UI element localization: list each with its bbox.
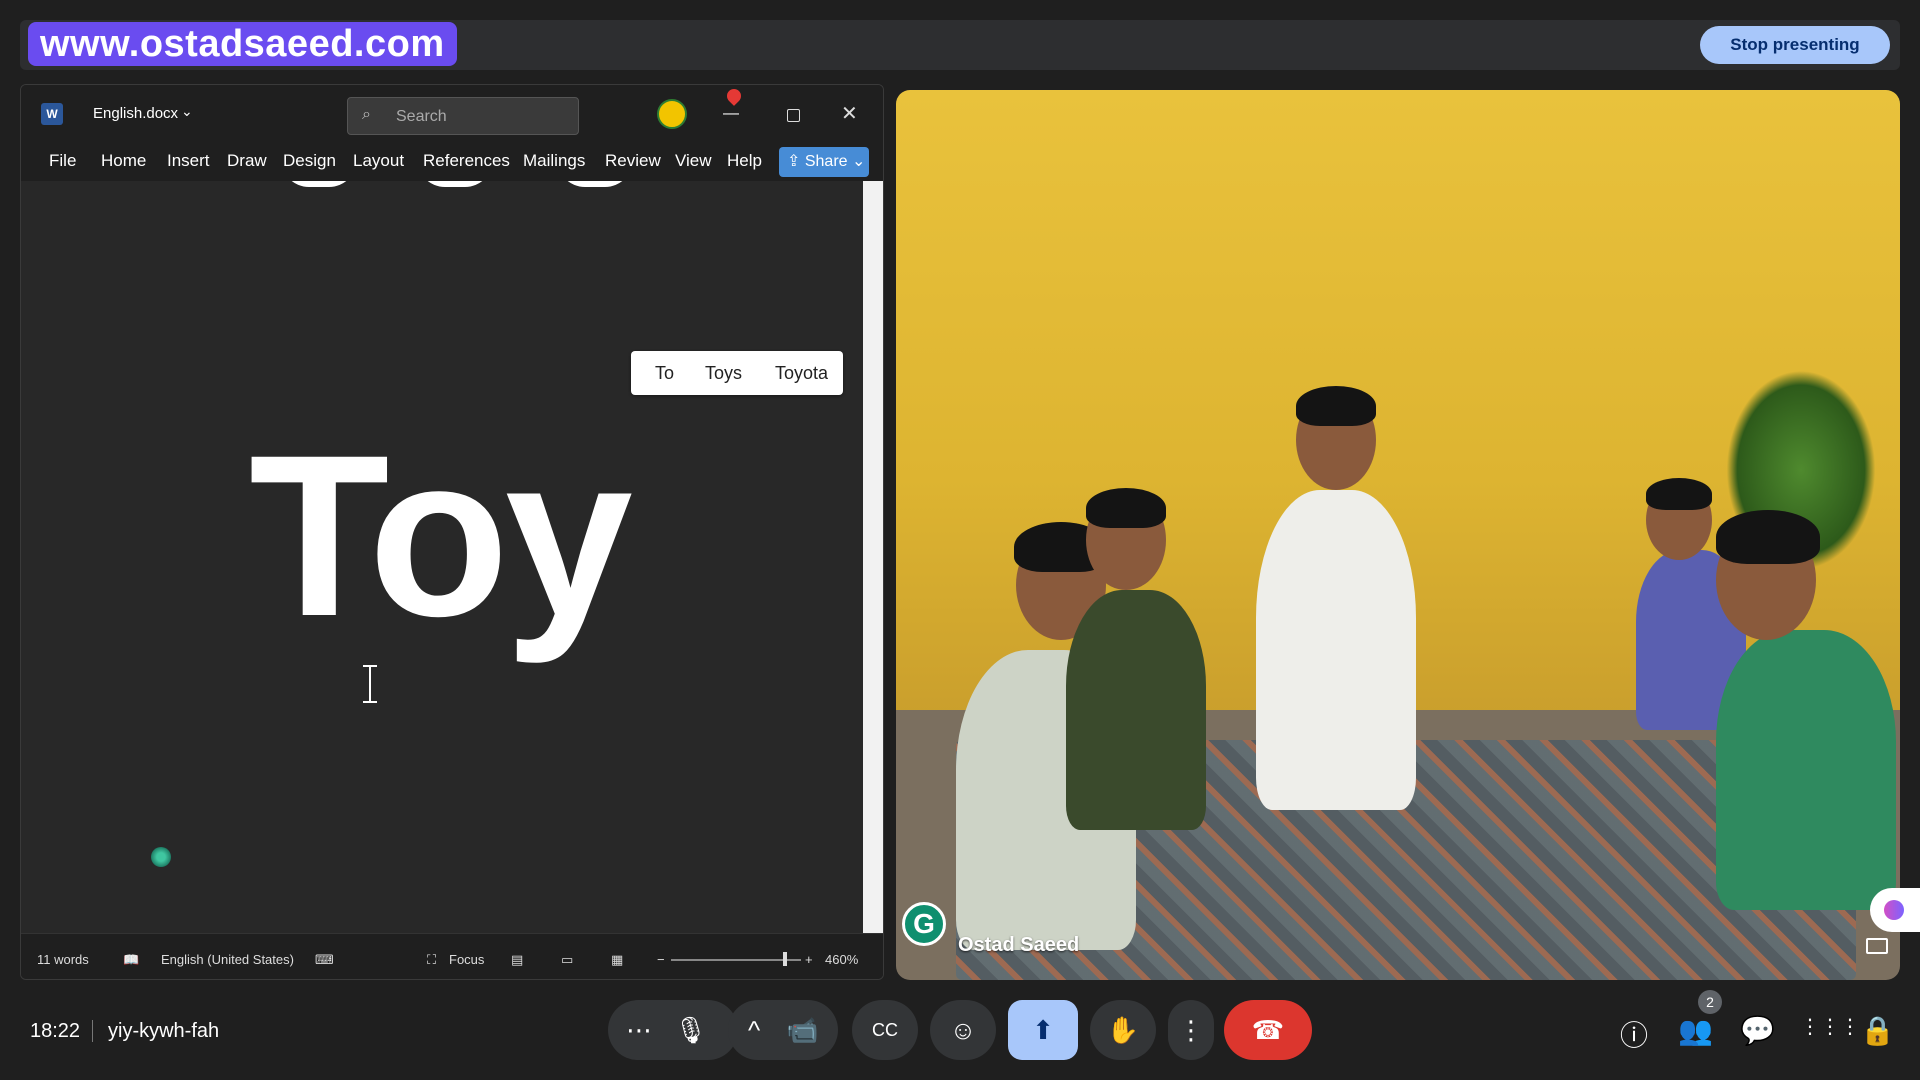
tab-mailings[interactable]: Mailings [523, 151, 585, 171]
document-canvas[interactable]: To Toys Toyota Toy [21, 181, 863, 933]
people-icon[interactable]: 👥 [1678, 1014, 1713, 1047]
zoom-slider-thumb[interactable] [783, 952, 787, 966]
glyph-fragment [281, 181, 357, 187]
word-count[interactable]: 11 words [37, 952, 89, 967]
avatar[interactable] [657, 99, 687, 129]
info-icon[interactable]: ⓘ [1620, 1014, 1648, 1054]
present-button[interactable]: ⬆ [1008, 1000, 1078, 1060]
stop-presenting-button[interactable]: Stop presenting [1700, 26, 1890, 64]
more-options-icon[interactable]: ⋯ [626, 1000, 652, 1060]
word-titlebar: W English.docx ⌄ ⌕ Search — ✕ [21, 85, 883, 141]
mic-group: ⋯ 🎙 [608, 1000, 738, 1060]
language-status[interactable]: English (United States) [161, 952, 294, 967]
more-options-button[interactable]: ⋮ [1168, 1000, 1214, 1060]
text-cursor-icon [363, 665, 377, 703]
share-icon: ⇪ [787, 153, 805, 170]
tab-layout[interactable]: Layout [353, 151, 404, 171]
suggestion-item[interactable]: Toys [705, 363, 742, 384]
meeting-code: yiy-kywh-fah [108, 1020, 220, 1042]
zoom-level[interactable]: 460% [825, 952, 858, 967]
watermark: www.ostadsaeed.com [28, 22, 457, 66]
tab-review[interactable]: Review [605, 151, 661, 171]
tab-design[interactable]: Design [283, 151, 336, 171]
close-icon[interactable]: ✕ [841, 101, 858, 126]
clock: 18:22 [30, 1020, 81, 1042]
meet-controls-bar: 18:22 yiy-kywh-fah ⋯ 🎙 ^ 📹 CC ☺ ⬆ ✋ ⋮ ☎ … [0, 990, 1920, 1080]
scrollbar[interactable] [863, 181, 883, 933]
tab-view[interactable]: View [675, 151, 712, 171]
document-name[interactable]: English.docx [93, 105, 178, 122]
chevron-down-icon[interactable]: ⌄ [181, 103, 193, 120]
person-student [1716, 630, 1896, 910]
person-hair [1296, 386, 1376, 426]
minimize-icon[interactable]: — [723, 105, 739, 123]
camera-group: ^ 📹 [728, 1000, 838, 1060]
host-controls-icon[interactable]: 🔒 [1860, 1014, 1895, 1047]
focus-icon: ⛶ [427, 952, 437, 967]
share-label: Share [804, 153, 848, 170]
word-logo-icon: W [41, 103, 63, 125]
person-student [1066, 590, 1206, 830]
person-hair [1716, 510, 1820, 564]
chevron-up-icon[interactable]: ^ [748, 1000, 760, 1060]
end-call-button[interactable]: ☎ [1224, 1000, 1312, 1060]
grammarly-icon[interactable]: G [902, 902, 946, 946]
proofing-icon[interactable]: 📖 [123, 952, 139, 968]
focus-button[interactable]: Focus [449, 952, 484, 967]
captions-button[interactable]: CC [852, 1000, 918, 1060]
person-hair [1086, 488, 1166, 528]
tab-help[interactable]: Help [727, 151, 762, 171]
tab-file[interactable]: File [49, 151, 76, 171]
zoom-in-button[interactable]: + [805, 952, 813, 967]
search-placeholder: Search [396, 108, 447, 125]
zoom-slider[interactable] [671, 959, 801, 961]
accessibility-icon[interactable]: ⌨ [315, 952, 334, 968]
suggestion-item[interactable]: To [655, 363, 674, 384]
brain-icon[interactable] [1870, 888, 1920, 932]
tab-draw[interactable]: Draw [227, 151, 267, 171]
participant-name: Ostad Saeed [958, 934, 1080, 956]
people-count-badge: 2 [1698, 990, 1722, 1014]
pin-icon [724, 86, 744, 106]
mic-icon[interactable]: 🎙 [674, 1000, 707, 1060]
web-layout-icon[interactable]: ▦ [611, 952, 623, 968]
autocomplete-popup: To Toys Toyota [631, 351, 843, 395]
person-hair [1646, 478, 1712, 510]
pip-icon[interactable] [1866, 938, 1888, 954]
search-input[interactable]: ⌕ Search [347, 97, 579, 135]
ribbon-tabs: File Home Insert Draw Design Layout Refe… [21, 141, 883, 181]
camera-icon[interactable]: 📹 [786, 1000, 818, 1060]
tab-references[interactable]: References [423, 151, 510, 171]
word-window: W English.docx ⌄ ⌕ Search — ✕ File Home … [20, 84, 884, 980]
participant-video-tile[interactable]: G Ostad Saeed [896, 90, 1900, 980]
zoom-out-button[interactable]: − [657, 952, 665, 967]
person-teacher [1256, 490, 1416, 810]
tab-insert[interactable]: Insert [167, 151, 210, 171]
chevron-down-icon: ⌄ [847, 153, 866, 170]
tab-home[interactable]: Home [101, 151, 146, 171]
emoji-button[interactable]: ☺ [930, 1000, 996, 1060]
print-layout-icon[interactable]: ▭ [561, 952, 573, 968]
document-text[interactable]: Toy [249, 421, 633, 651]
read-mode-icon[interactable]: ▤ [511, 952, 523, 968]
divider [92, 1020, 93, 1042]
glyph-fragment [417, 181, 493, 187]
raise-hand-button[interactable]: ✋ [1090, 1000, 1156, 1060]
share-button[interactable]: ⇪ Share ⌄ [779, 147, 869, 177]
status-bar: 11 words 📖 English (United States) ⌨ ⛶ F… [21, 933, 883, 979]
fingerprint-icon [151, 847, 171, 867]
chat-icon[interactable]: 💬 [1740, 1014, 1775, 1047]
glyph-fragment [557, 181, 633, 187]
maximize-icon[interactable] [787, 109, 800, 122]
suggestion-item[interactable]: Toyota [775, 363, 828, 384]
search-icon: ⌕ [362, 106, 371, 123]
apps-icon[interactable]: ⋮⋮⋮ [1800, 1014, 1860, 1039]
